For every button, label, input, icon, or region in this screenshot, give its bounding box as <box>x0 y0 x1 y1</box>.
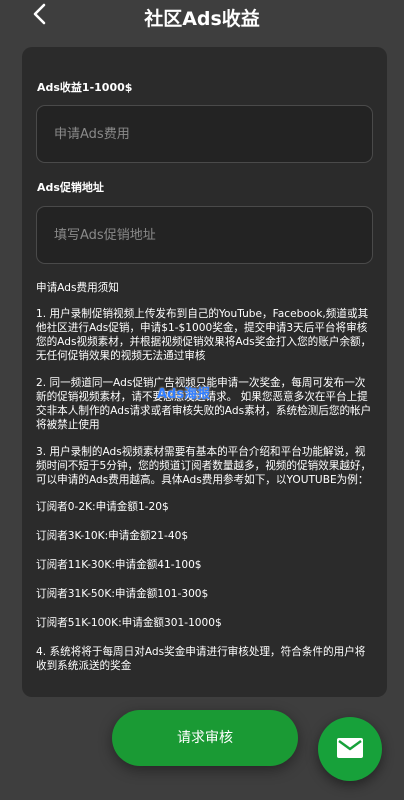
tier-item: 订阅者51K-100K:申请金额301-1000$ <box>36 617 222 629</box>
mail-icon <box>337 738 363 758</box>
fee-label: Ads收益1-1000$ <box>37 81 133 94</box>
mail-fab-button[interactable] <box>318 717 382 781</box>
notes-section: 申请Ads费用须知 1. 用户录制促销视频上传发布到自己的YouTube，Fac… <box>36 281 374 686</box>
url-label: Ads促销地址 <box>37 181 104 194</box>
watermark-text: Ads海报 <box>157 387 211 402</box>
url-field[interactable] <box>36 206 373 264</box>
url-input[interactable] <box>37 207 372 263</box>
tier-item: 订阅者3K-10K:申请金额21-40$ <box>36 530 189 542</box>
request-review-button[interactable]: 请求审核 <box>112 710 298 766</box>
tier-item: 订阅者31K-50K:申请金额101-300$ <box>36 588 209 600</box>
notes-heading: 申请Ads费用须知 <box>36 282 119 294</box>
tier-item: 订阅者0-2K:申请金额1-20$ <box>36 501 169 513</box>
fee-input[interactable] <box>37 106 372 162</box>
tier-item: 订阅者11K-30K:申请金额41-100$ <box>36 559 202 571</box>
rule-1: 1. 用户录制促销视频上传发布到自己的YouTube，Facebook,频道或其… <box>36 308 372 362</box>
page-title: 社区Ads收益 <box>144 8 260 30</box>
rule-3: 3. 用户录制的Ads视频素材需要有基本的平台介绍和平台功能解说，视频时间不短于… <box>36 446 372 486</box>
fee-field[interactable] <box>36 105 373 163</box>
rule-4: 4. 系统将将于每周日对Ads奖金申请进行审核处理，符合条件的用户将收到系统派送… <box>36 646 366 672</box>
top-bar: 社区Ads收益 <box>0 0 404 36</box>
